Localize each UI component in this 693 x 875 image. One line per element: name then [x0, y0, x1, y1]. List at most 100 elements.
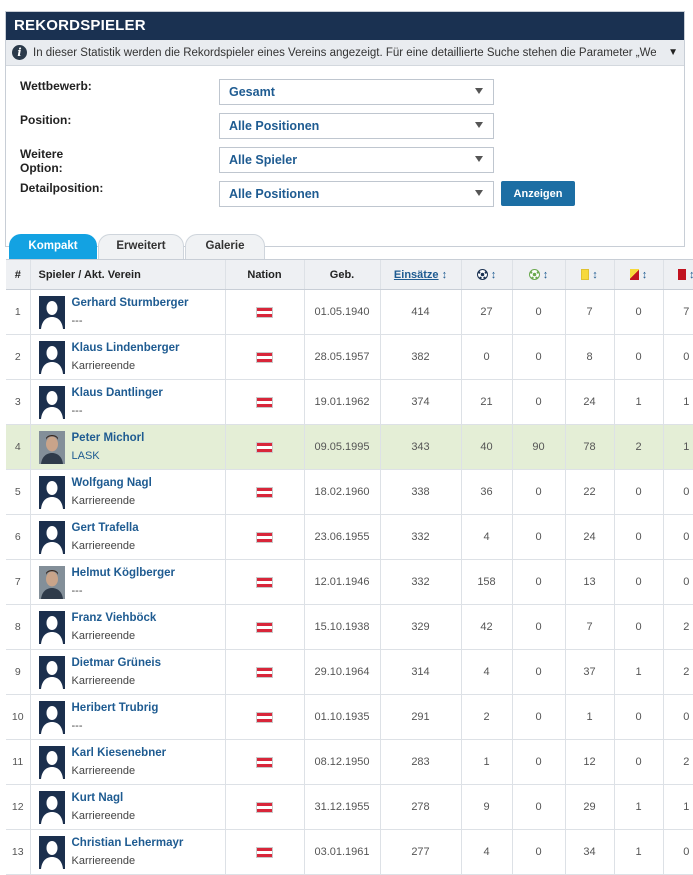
col-yellowred[interactable]: ↕: [613, 259, 663, 290]
tab-erweitert[interactable]: Erweitert: [98, 234, 184, 259]
goal-ball-icon: [476, 269, 488, 281]
red-cell: 0: [662, 559, 693, 605]
rank-cell: 13: [6, 829, 30, 875]
player-name-link[interactable]: Dietmar Grüneis: [72, 657, 161, 669]
sort-arrows-icon[interactable]: ↕: [442, 269, 448, 281]
player-name-link[interactable]: Franz Viehböck: [72, 612, 157, 624]
info-text: In dieser Statistik werden die Rekordspi…: [33, 46, 656, 59]
yellow-cell: 13: [564, 559, 614, 605]
position-select[interactable]: Alle Positionen: [219, 113, 494, 139]
table-row: 13 Christian Lehermayr Karriereende 03.01.1…: [6, 829, 693, 875]
table-header-row: # Spieler / Akt. Verein Nation Geb. Eins…: [6, 259, 693, 290]
assists-cell: 0: [511, 829, 565, 875]
player-photo: [38, 431, 65, 464]
sort-arrows-icon[interactable]: ↕: [491, 269, 497, 281]
nation-cell: [224, 424, 304, 470]
filter-label: Weitere Option:: [20, 147, 64, 175]
expand-toggle-icon[interactable]: ▼: [664, 47, 678, 58]
player-club: Karriereende: [71, 675, 136, 687]
sort-arrows-icon[interactable]: ↕: [642, 269, 648, 281]
red-cell: 1: [662, 784, 693, 830]
apps-cell: 332: [379, 559, 461, 605]
player-name-link[interactable]: Kurt Nagl: [72, 792, 124, 804]
avatar[interactable]: [38, 656, 65, 689]
col-born: Geb.: [303, 259, 380, 290]
player-name-link[interactable]: Christian Lehermayr: [72, 837, 184, 849]
assists-cell: 0: [511, 559, 565, 605]
col-goals[interactable]: ↕: [460, 259, 512, 290]
avatar[interactable]: [38, 701, 65, 734]
col-red[interactable]: ↕: [662, 259, 693, 290]
apps-cell: 278: [379, 784, 461, 830]
filter-form: Wettbewerb: Gesamt Position: Alle Positi…: [6, 66, 684, 246]
born-cell: 08.12.1950: [303, 739, 380, 785]
filter-label: Wettbewerb:: [20, 79, 92, 93]
tab-kompakt[interactable]: Kompakt: [9, 234, 97, 259]
player-name-link[interactable]: Peter Michorl: [72, 432, 145, 444]
col-assists[interactable]: ↕: [511, 259, 565, 290]
avatar[interactable]: [38, 836, 65, 869]
born-cell: 01.05.1940: [303, 289, 380, 335]
apps-cell: 414: [379, 289, 461, 335]
player-name-link[interactable]: Karl Kiesenebner: [72, 747, 167, 759]
player-name-link[interactable]: Gert Trafella: [72, 522, 139, 534]
avatar[interactable]: [38, 341, 65, 374]
player-name-link[interactable]: Gerhard Sturmberger: [72, 297, 189, 309]
player-name-link[interactable]: Heribert Trubrig: [72, 702, 159, 714]
detailposition-select[interactable]: Alle Positionen: [219, 181, 494, 207]
rank-cell: 2: [6, 334, 30, 380]
nation-cell: [224, 334, 304, 380]
yellowred-cell: 0: [613, 334, 663, 380]
sort-arrows-icon[interactable]: ↕: [543, 269, 549, 281]
yellow-cell: 7: [564, 289, 614, 335]
sort-einsaetze-link[interactable]: Einsätze: [394, 269, 439, 281]
avatar[interactable]: [38, 521, 65, 554]
player-placeholder-icon: [38, 701, 65, 734]
yellow-cell: 1: [564, 694, 614, 740]
player-cell: Karl Kiesenebner Karriereende: [29, 739, 225, 785]
red-cell: 1: [662, 379, 693, 425]
assist-ball-icon: [528, 269, 540, 281]
austria-flag-icon: [256, 576, 273, 588]
born-cell: 01.10.1935: [303, 694, 380, 740]
yellow-cell: 29: [564, 784, 614, 830]
sort-arrows-icon[interactable]: ↕: [689, 269, 693, 281]
col-apps[interactable]: Einsätze ↕: [379, 259, 461, 290]
player-name-link[interactable]: Wolfgang Nagl: [72, 477, 152, 489]
col-rank: #: [6, 259, 30, 290]
avatar[interactable]: [38, 431, 65, 464]
table-row: 7 Helmut Köglberger --- 12.01.1946 332 158 0 13…: [6, 559, 693, 605]
option-select[interactable]: Alle Spieler: [219, 147, 494, 173]
born-cell: 18.02.1960: [303, 469, 380, 515]
player-club: Karriereende: [71, 540, 136, 552]
austria-flag-icon: [256, 801, 273, 813]
col-yellow[interactable]: ↕: [564, 259, 614, 290]
player-name-link[interactable]: Klaus Dantlinger: [72, 387, 163, 399]
austria-flag-icon: [256, 666, 273, 678]
avatar[interactable]: [38, 476, 65, 509]
tab-galerie[interactable]: Galerie: [185, 234, 265, 259]
anzeigen-button[interactable]: Anzeigen: [501, 181, 575, 206]
sort-arrows-icon[interactable]: ↕: [592, 269, 598, 281]
austria-flag-icon: [256, 306, 273, 318]
wettbewerb-select[interactable]: Gesamt: [219, 79, 494, 105]
yellowred-cell: 0: [613, 739, 663, 785]
red-cell: 0: [662, 514, 693, 560]
player-club[interactable]: LASK: [72, 450, 100, 462]
avatar[interactable]: [38, 566, 65, 599]
yellow-cell: 12: [564, 739, 614, 785]
nation-cell: [224, 694, 304, 740]
avatar[interactable]: [38, 791, 65, 824]
avatar[interactable]: [38, 611, 65, 644]
nation-cell: [224, 829, 304, 875]
avatar[interactable]: [38, 296, 65, 329]
player-name-link[interactable]: Klaus Lindenberger: [72, 342, 180, 354]
player-club: Karriereende: [71, 765, 136, 777]
yellowred-cell: 0: [613, 694, 663, 740]
avatar[interactable]: [38, 386, 65, 419]
apps-cell: 314: [379, 649, 461, 695]
avatar[interactable]: [38, 746, 65, 779]
info-bar[interactable]: i In dieser Statistik werden die Rekords…: [6, 40, 684, 66]
assists-cell: 0: [511, 469, 565, 515]
player-name-link[interactable]: Helmut Köglberger: [72, 567, 176, 579]
